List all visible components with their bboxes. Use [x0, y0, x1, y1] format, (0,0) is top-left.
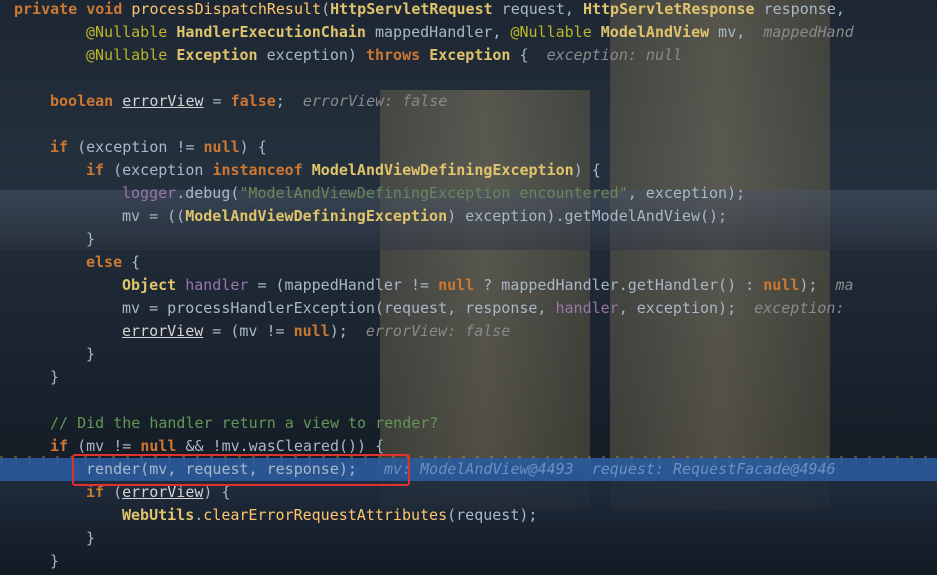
code-token: if: [50, 138, 78, 156]
code-token: ) {: [573, 161, 601, 179]
code-line[interactable]: @Nullable Exception exception) throws Ex…: [86, 44, 682, 67]
code-line[interactable]: if (exception instanceof ModelAndViewDef…: [86, 159, 601, 182]
code-line[interactable]: Object handler = (mappedHandler != null …: [122, 274, 854, 297]
code-token: clearErrorRequestAttributes: [203, 506, 448, 524]
code-token: false: [230, 92, 276, 110]
code-token: errorView: false: [302, 92, 448, 110]
code-token: HttpServletRequest: [330, 0, 493, 18]
code-token: "ModelAndViewDefiningException encounter…: [239, 184, 628, 202]
code-token: =: [203, 92, 231, 110]
code-token: null: [763, 276, 800, 294]
code-token: WebUtils: [122, 506, 195, 524]
code-token: ;: [275, 92, 303, 110]
code-token: mv = processHandlerException(request, re…: [122, 299, 556, 317]
code-line[interactable]: }: [86, 343, 95, 366]
code-line[interactable]: private void processDispatchResult(HttpS…: [14, 0, 845, 21]
code-token: response,: [754, 0, 845, 18]
code-token: , exception);: [618, 299, 755, 317]
code-token: mappedHand: [763, 23, 854, 41]
code-line[interactable]: mv = ((ModelAndViewDefiningException) ex…: [122, 205, 727, 228]
code-token: throws: [365, 46, 430, 64]
code-token: ma: [835, 276, 854, 294]
code-line[interactable]: else {: [86, 251, 140, 274]
code-token: mv: ModelAndView@4493 request: RequestFa…: [356, 460, 836, 478]
code-line[interactable]: // Did the handler return a view to rend…: [50, 412, 438, 435]
code-token: }: [86, 529, 96, 547]
code-token: }: [86, 345, 96, 363]
code-token: else: [86, 253, 132, 271]
code-token: boolean: [50, 92, 123, 110]
code-token: }: [86, 230, 96, 248]
code-token: @Nullable: [510, 23, 601, 41]
code-token: (request);: [447, 506, 538, 524]
code-line[interactable]: WebUtils.clearErrorRequestAttributes(req…: [122, 504, 537, 527]
code-token: , exception);: [627, 184, 746, 202]
code-token: mv,: [709, 23, 764, 41]
code-token: processDispatchResult: [131, 0, 322, 18]
code-token: errorView: [122, 322, 204, 340]
code-line[interactable]: @Nullable HandlerExecutionChain mappedHa…: [86, 21, 854, 44]
code-token: (exception !=: [77, 138, 204, 156]
code-token: );: [329, 322, 366, 340]
code-token: errorView: false: [365, 322, 511, 340]
code-token: @Nullable: [86, 46, 177, 64]
code-token: Exception: [176, 46, 258, 64]
code-line[interactable]: }: [86, 228, 95, 251]
code-token: (exception: [113, 161, 213, 179]
code-token: .debug(: [176, 184, 240, 202]
code-token: (: [321, 0, 331, 18]
code-token: = (mv !=: [203, 322, 294, 340]
code-line[interactable]: }: [50, 366, 59, 389]
code-token: handler: [555, 299, 619, 317]
code-token: @Nullable: [86, 23, 177, 41]
code-token: private void: [14, 0, 132, 18]
code-token: // Did the handler return a view to rend…: [50, 414, 439, 432]
code-line[interactable]: logger.debug("ModelAndViewDefiningExcept…: [122, 182, 745, 205]
code-token: Exception: [429, 46, 511, 64]
code-line[interactable]: boolean errorView = false; errorView: fa…: [50, 90, 447, 113]
code-token: {: [510, 46, 547, 64]
code-token: mv = ((: [122, 207, 186, 225]
code-line[interactable]: }: [50, 550, 59, 573]
code-token: && !mv.wasCleared()) {: [176, 437, 385, 455]
code-token: logger: [122, 184, 177, 202]
code-token: ModelAndView: [600, 23, 710, 41]
code-line[interactable]: if (exception != null) {: [50, 136, 267, 159]
code-token: );: [799, 276, 836, 294]
code-token: null: [438, 276, 475, 294]
code-token: errorView: [122, 92, 204, 110]
code-token: ) {: [239, 138, 267, 156]
code-token: exception): [257, 46, 366, 64]
code-token: ModelAndViewDefiningException: [311, 161, 574, 179]
code-token: instanceof: [212, 161, 312, 179]
code-token: ) exception).getModelAndView();: [447, 207, 728, 225]
code-token: (mv !=: [77, 437, 141, 455]
highlight-box-render-call: [72, 454, 410, 486]
code-token: Object: [122, 276, 186, 294]
code-token: if: [50, 437, 78, 455]
code-line[interactable]: mv = processHandlerException(request, re…: [122, 297, 844, 320]
code-token: ModelAndViewDefiningException: [185, 207, 448, 225]
code-token: exception:: [754, 299, 845, 317]
code-line[interactable]: errorView = (mv != null); errorView: fal…: [122, 320, 510, 343]
code-token: HttpServletResponse: [582, 0, 755, 18]
code-token: request,: [492, 0, 583, 18]
code-token: mappedHandler,: [365, 23, 511, 41]
code-token: null: [203, 138, 240, 156]
code-token: HandlerExecutionChain: [176, 23, 366, 41]
code-token: {: [131, 253, 141, 271]
code-editor[interactable]: private void processDispatchResult(HttpS…: [0, 0, 937, 575]
code-token: handler: [185, 276, 249, 294]
code-token: exception: null: [546, 46, 683, 64]
code-line[interactable]: }: [86, 527, 95, 550]
code-token: }: [50, 552, 60, 570]
code-token: if: [86, 161, 114, 179]
code-token: .: [194, 506, 204, 524]
code-token: null: [293, 322, 330, 340]
code-token: ? mappedHandler.getHandler() :: [474, 276, 764, 294]
code-token: null: [140, 437, 177, 455]
code-token: }: [50, 368, 60, 386]
code-token: = (mappedHandler !=: [248, 276, 439, 294]
